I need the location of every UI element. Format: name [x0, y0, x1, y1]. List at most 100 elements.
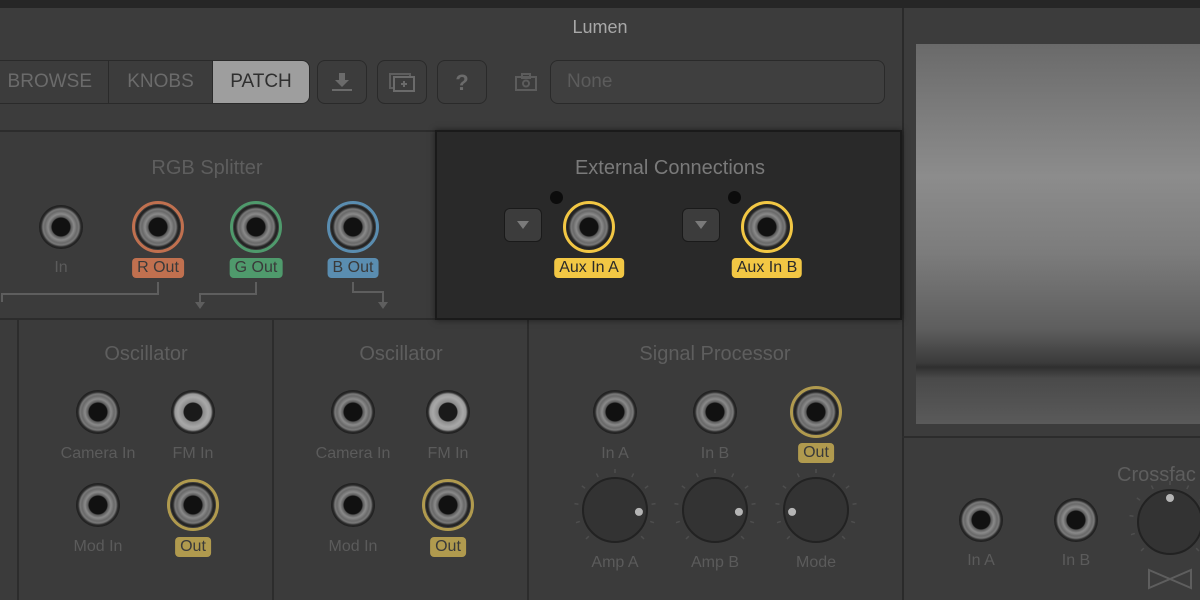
download-icon	[332, 73, 352, 91]
jack-label: In A	[601, 445, 629, 462]
jack-out[interactable]	[422, 479, 474, 531]
add-layer-button[interactable]	[377, 60, 427, 104]
divider	[272, 318, 274, 600]
knob-tick	[681, 485, 686, 489]
knob-graphic	[574, 469, 656, 543]
jack-label: B Out	[327, 258, 379, 278]
knob-amp-a[interactable]	[572, 467, 658, 553]
module-title: Oscillator	[104, 343, 188, 365]
knob-tick	[786, 535, 791, 540]
jack-aux-in-a[interactable]	[563, 201, 615, 253]
video-preview	[916, 44, 1200, 424]
jack-label: FM In	[172, 445, 214, 462]
jack-label: In B	[1061, 552, 1091, 569]
jack-camera-in[interactable]	[76, 390, 120, 434]
aux-a-led	[550, 191, 563, 204]
jack-camera-in[interactable]	[331, 390, 375, 434]
bowtie-icon	[1148, 568, 1192, 590]
jack-fm-in[interactable]	[171, 390, 215, 434]
add-layer-icon	[389, 73, 415, 92]
jack-in-a[interactable]	[959, 498, 1003, 542]
chevron-down-icon	[695, 221, 707, 229]
knob-tick	[674, 502, 679, 505]
knob-mode[interactable]	[773, 467, 859, 553]
knob-tick	[850, 520, 856, 524]
jack-out[interactable]	[790, 386, 842, 438]
jack-r-out[interactable]	[132, 201, 184, 253]
jack-in[interactable]	[39, 205, 83, 249]
knob-graphic	[1129, 481, 1200, 555]
knob-tick	[796, 473, 800, 478]
save-button[interactable]	[317, 60, 367, 104]
jack-label: Mod In	[73, 538, 123, 555]
knob-tick	[740, 535, 745, 540]
module-title: Signal Processor	[639, 343, 791, 365]
knob-tick	[581, 485, 586, 489]
jack-mod-in[interactable]	[76, 483, 120, 527]
tab-patch[interactable]: PATCH	[213, 61, 309, 103]
knob-crossfade[interactable]	[1127, 479, 1200, 565]
knob-label: Mode	[795, 554, 837, 571]
knob-tick	[749, 520, 755, 524]
knob-tick	[651, 502, 656, 505]
jack-label: Out	[175, 537, 211, 557]
knob-tick	[731, 473, 735, 478]
jack-label: Out	[798, 443, 834, 463]
knob-label: Amp B	[690, 554, 740, 571]
jack-g-out[interactable]	[230, 201, 282, 253]
jack-b-out[interactable]	[327, 201, 379, 253]
knob-tick	[640, 535, 645, 540]
jack-out[interactable]	[167, 479, 219, 531]
knob-tick	[575, 520, 581, 524]
knob-indicator	[1166, 494, 1174, 502]
knob-indicator	[734, 507, 743, 516]
jack-label: Camera In	[60, 445, 136, 462]
knob-amp-b[interactable]	[672, 467, 758, 553]
knob-tick	[776, 520, 782, 524]
knob-tick	[585, 535, 590, 540]
module-title: Oscillator	[359, 343, 443, 365]
knob-tick	[1129, 514, 1134, 517]
camera-source-field[interactable]	[550, 60, 885, 104]
knob-tick	[832, 473, 836, 478]
knob-tick	[1130, 532, 1136, 536]
knob-graphic	[775, 469, 857, 543]
app-title-text: Lumen	[572, 17, 628, 37]
knob-tick	[595, 473, 599, 478]
jack-label: R Out	[132, 258, 184, 278]
jack-mod-in[interactable]	[331, 483, 375, 527]
tab-browse[interactable]: BROWSE	[0, 61, 109, 103]
knob-tick	[1195, 547, 1200, 552]
aux-b-source-dropdown[interactable]	[682, 208, 720, 242]
divider	[527, 318, 529, 600]
jack-label: FM In	[427, 445, 469, 462]
jack-fm-in[interactable]	[426, 390, 470, 434]
jack-in-a[interactable]	[593, 390, 637, 434]
jack-in-b[interactable]	[693, 390, 737, 434]
knob-tick	[1150, 485, 1154, 490]
help-button[interactable]: ?	[437, 60, 487, 104]
app-title: Lumen	[0, 17, 1200, 38]
chevron-down-icon	[517, 221, 529, 229]
signal-flow-arrows	[1, 282, 388, 309]
knob-indicator	[634, 507, 643, 516]
svg-text:?: ?	[455, 70, 468, 94]
aux-b-led	[728, 191, 741, 204]
jack-label: G Out	[229, 258, 283, 278]
knob-tick	[644, 485, 649, 489]
help-icon: ?	[455, 70, 468, 94]
aux-a-source-dropdown[interactable]	[504, 208, 542, 242]
knob-tick	[782, 485, 787, 489]
knob-tick	[685, 535, 690, 540]
knob-tick	[751, 502, 756, 505]
knob-tick	[744, 485, 749, 489]
knob-tick	[1186, 485, 1190, 490]
jack-aux-in-b[interactable]	[741, 201, 793, 253]
tab-knobs[interactable]: KNOBS	[109, 61, 213, 103]
jack-in-b[interactable]	[1054, 498, 1098, 542]
jack-label: Out	[430, 537, 466, 557]
divider	[17, 318, 19, 600]
divider	[902, 436, 1200, 438]
knob-tick	[695, 473, 699, 478]
knob-tick	[574, 502, 579, 505]
